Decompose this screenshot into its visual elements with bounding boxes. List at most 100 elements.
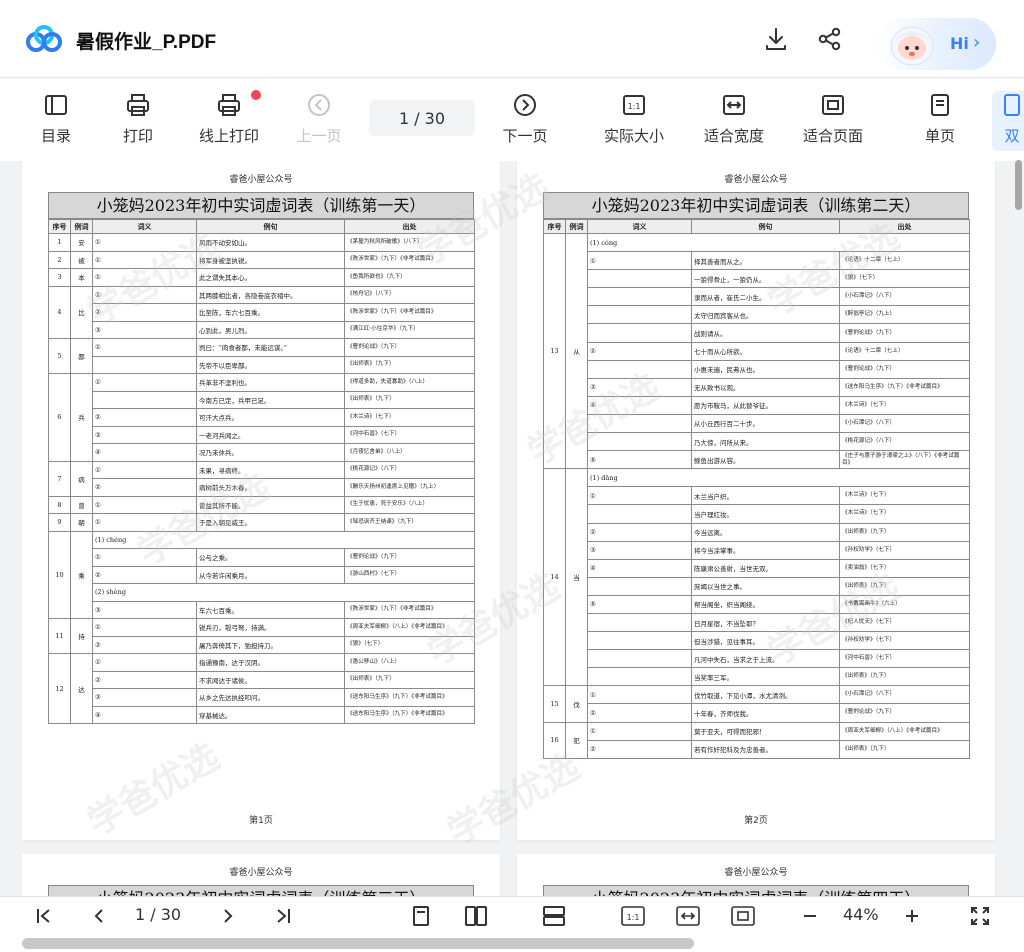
table-row: 11 持 ① 锐兵刃，彀弓弩，持满。 《周亚夫军细柳》（八上）《非考试篇目》 [48, 618, 475, 654]
download-icon[interactable] [761, 24, 791, 54]
meaning-cell: ① [92, 268, 197, 287]
last-page-icon[interactable] [270, 903, 296, 929]
source-cell: 《河中石兽》（七下） [839, 649, 970, 669]
double-page-button[interactable]: 双 [992, 91, 1024, 151]
pdf-toolbar: 目录 打印 线上打印 上一页 1 / 30 下一页 1:1 实际大小 适合宽度 … [0, 79, 1024, 161]
next-page-small-icon[interactable] [215, 903, 241, 929]
example-cell: 不求闻达于诸侯。 [196, 670, 345, 689]
print-button[interactable]: 打印 [120, 91, 156, 151]
fit-width-small-icon[interactable] [675, 903, 701, 929]
meaning-cell: ① [92, 285, 197, 304]
page-indicator[interactable]: 1 / 30 [135, 905, 181, 924]
meaning-cell: ② [587, 341, 692, 361]
example-cell: 从乡之先达执经叩问。 [196, 688, 345, 707]
source-cell: 《木兰诗》（七下） [839, 504, 970, 524]
meaning-cell [587, 504, 692, 524]
table-row: 9 朝 ① 于是入朝见威王。 《邹忌讽齐王纳谏》（九下） [48, 513, 475, 532]
first-page-icon[interactable] [31, 903, 57, 929]
source-cell: 《孙权劝学》（七下） [839, 631, 970, 651]
single-page-view-icon[interactable] [408, 903, 434, 929]
example-cell: 若有作奸犯科及为忠善者。 [691, 739, 840, 759]
meaning-cell: ① [92, 513, 197, 532]
toc-button[interactable]: 目录 [38, 91, 74, 151]
word-cell: 乘 [70, 530, 93, 619]
actual-size-small-icon[interactable]: 1:1 [620, 903, 646, 929]
table-row: ② 可汗大点兵。 《木兰诗》（七下） [49, 408, 475, 427]
source-cell: 《小石潭记》（八下） [839, 287, 970, 307]
meaning-cell: ② [92, 565, 197, 584]
example-cell: 战则请从。 [691, 323, 840, 343]
table-row: 太守归而宾客从也。 《醉翁亭记》（九上） [544, 305, 970, 325]
table-row: ④ 穿基械达。 《送东阳马生序》（九下）《非考试篇目》 [49, 705, 475, 724]
meaning-cell: ① [92, 618, 197, 637]
horizontal-scrollbar-thumb[interactable] [22, 938, 694, 949]
meaning-cell: ① [587, 721, 692, 741]
horizontal-scrollbar[interactable] [0, 934, 1024, 952]
example-cell: 刿曰：“肉食者鄙，未能远谋。” [196, 338, 345, 357]
example-cell: 庶竭以当世之事。 [691, 576, 840, 596]
num-cell: 13 [543, 232, 566, 470]
single-page-label: 单页 [924, 127, 955, 145]
prev-page-small-icon[interactable] [86, 903, 112, 929]
zoom-out-icon[interactable] [797, 903, 823, 929]
num-cell: 14 [543, 468, 566, 687]
actual-size-button[interactable]: 1:1 实际大小 [600, 91, 668, 151]
share-icon[interactable] [815, 24, 845, 54]
example-cell: 隶而从者，崔氏二小生。 [691, 287, 840, 307]
online-print-button[interactable]: 线上打印 [195, 91, 263, 151]
example-cell: 可汗大点兵。 [196, 408, 345, 427]
zoom-in-icon[interactable] [899, 903, 925, 929]
meaning-cell: (1) dāng [587, 468, 970, 488]
table-row: ⑤ 帮当阁坐，织当阁绕。 《书戴嵩画牛》（六上） [544, 594, 970, 614]
prev-page-button[interactable]: 上一页 [295, 91, 343, 151]
source-cell: 《出师表》（九下） [344, 670, 475, 689]
table-row: ④ 陈康肃公善射，当世无双。 《卖油翁》（七下） [544, 558, 970, 578]
meaning-cell: ③ [587, 540, 692, 560]
source-cell: 《小石潭记》（八下） [839, 685, 970, 705]
source-cell: 《核舟记》（八下） [344, 285, 475, 304]
example-cell: 当户理红妆。 [691, 504, 840, 524]
num-cell: 15 [543, 685, 566, 723]
vertical-scrollbar[interactable] [1015, 160, 1022, 210]
table-row: ③ 心到此，男儿烈。 《满江红·小住京华》（九下） [49, 320, 475, 339]
zoom-level[interactable]: 44% [843, 905, 879, 924]
next-page-button[interactable]: 下一页 [501, 91, 549, 151]
fit-width-button[interactable]: 适合宽度 [700, 91, 768, 151]
fit-page-button[interactable]: 适合页面 [799, 91, 867, 151]
meaning-cell [587, 576, 692, 596]
single-page-button[interactable]: 单页 [922, 91, 958, 151]
num-cell: 4 [48, 285, 71, 339]
print-label: 打印 [122, 127, 153, 145]
toc-icon [42, 91, 70, 119]
ai-assistant-button[interactable]: Hi › [876, 18, 996, 70]
example-cell: 木兰当户织。 [691, 486, 840, 506]
continuous-scroll-icon[interactable] [541, 903, 567, 929]
assistant-avatar-icon [890, 26, 934, 66]
example-cell: 比至陈，车六七百乘。 [196, 303, 345, 322]
source-cell: 《送东阳马生序》（九下）《非考试篇目》 [344, 705, 475, 724]
table-row: ② 七十而从心所欲。 《论语》十二章（七上） [544, 341, 970, 361]
fullscreen-icon[interactable] [967, 903, 993, 929]
toc-label: 目录 [40, 127, 71, 145]
document-viewport[interactable]: 睿爸小屋公众号 小笼妈2023年初中实词虚词表（训练第一天） 序号 例词 词义 … [0, 161, 1024, 896]
table-row: 16 犯 ① 莫于亚夫，可得而犯邪！ 《周亚夫军细柳》（八上）《非考试篇目》 [543, 721, 970, 759]
double-page-view-icon[interactable] [463, 903, 489, 929]
page-number-input[interactable]: 1 / 30 [369, 100, 475, 136]
table-row: 6 兵 ① 兵革非不坚利也。 《得道多助，失道寡助》（八上） [48, 373, 475, 462]
fit-page-small-icon[interactable] [730, 903, 756, 929]
meaning-cell: ③ [92, 600, 197, 619]
table-row: 一狼得骨止，一狼仍从。 《狼》（七下） [544, 269, 970, 289]
source-cell: 《曹刿论战》（九下） [344, 548, 475, 567]
word-cell: 朝 [70, 513, 93, 532]
meaning-cell: ② [92, 478, 197, 497]
num-cell: 7 [48, 460, 71, 497]
source-cell: 《卖油翁》（七下） [839, 558, 970, 578]
prev-page-icon [305, 91, 333, 119]
bottom-nav-bar: 1 / 30 1:1 44% [0, 896, 1024, 934]
word-cell: 当 [565, 468, 588, 687]
num-cell: 10 [48, 530, 71, 619]
example-cell: 风雨不动安如山。 [196, 233, 345, 252]
example-cell: 车六七百乘。 [196, 600, 345, 619]
example-cell: 从今若许闲乘月。 [196, 565, 345, 584]
source-cell: 《曹刿论战》（九下） [839, 703, 970, 723]
